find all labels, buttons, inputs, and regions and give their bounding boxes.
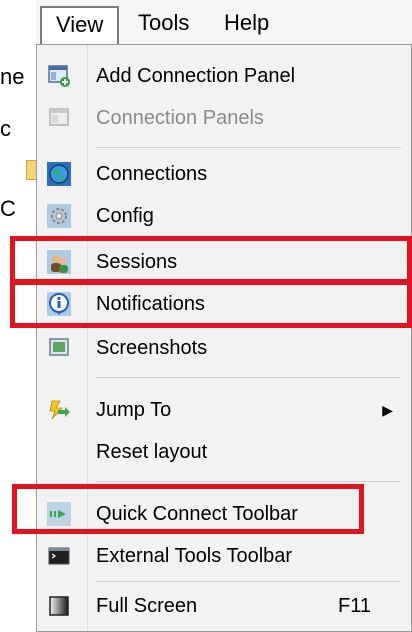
highlight-notifications [10, 280, 412, 328]
menu-bar: View Tools Help [36, 0, 412, 45]
highlight-sessions [10, 236, 412, 284]
menu-item-label: Reset layout [96, 441, 208, 463]
gear-icon [47, 204, 71, 228]
highlight-quick-connect-toolbar [12, 484, 364, 534]
menu-item-label: Jump To [96, 399, 172, 421]
jump-icon [47, 398, 71, 422]
globe-icon [47, 162, 71, 186]
menu-item-connections[interactable]: Connections [37, 155, 411, 193]
screenshot-icon [47, 336, 71, 360]
background-text-fragment: ne [0, 64, 25, 89]
menu-item-connection-panels[interactable]: Connection Panels [37, 99, 411, 137]
menu-item-screenshots[interactable]: Screenshots [37, 329, 411, 367]
menu-separator [96, 481, 401, 482]
menu-item-label: External Tools Toolbar [96, 545, 293, 567]
menu-separator [96, 581, 401, 582]
menu-item-label: Screenshots [96, 337, 208, 359]
add-panel-icon [47, 64, 71, 88]
menu-tools[interactable]: Tools [124, 6, 203, 42]
submenu-arrow-icon: ▶ [382, 402, 393, 418]
menu-item-label: Connections [96, 163, 208, 185]
menu-item-label: Full Screen [96, 595, 198, 617]
fullscreen-icon [47, 594, 71, 618]
menu-view[interactable]: View [40, 6, 120, 44]
menu-help[interactable]: Help [210, 6, 283, 42]
menu-item-reset-layout[interactable]: Reset layout [37, 433, 411, 471]
shortcut-label: F11 [338, 595, 371, 617]
menu-item-full-screen[interactable]: Full Screen F11 [37, 587, 411, 625]
menu-item-jump-to[interactable]: Jump To ▶ [37, 391, 411, 429]
menu-item-add-connection-panel[interactable]: Add Connection Panel [37, 57, 411, 95]
menu-item-external-tools-toolbar[interactable]: External Tools Toolbar [37, 537, 411, 575]
menu-item-config[interactable]: Config [37, 197, 411, 235]
menu-item-label: Config [96, 205, 154, 227]
menu-separator [96, 147, 401, 148]
view-menu-dropdown: Add Connection Panel Connection Panels C… [36, 44, 412, 632]
menu-item-label: Add Connection Panel [96, 65, 296, 87]
menu-item-label: Connection Panels [96, 107, 264, 129]
panels-icon [47, 106, 71, 130]
background-text-fragment: C [0, 196, 16, 221]
menu-separator [96, 377, 401, 378]
terminal-icon [47, 544, 71, 568]
background-text-fragment: c [0, 116, 11, 141]
